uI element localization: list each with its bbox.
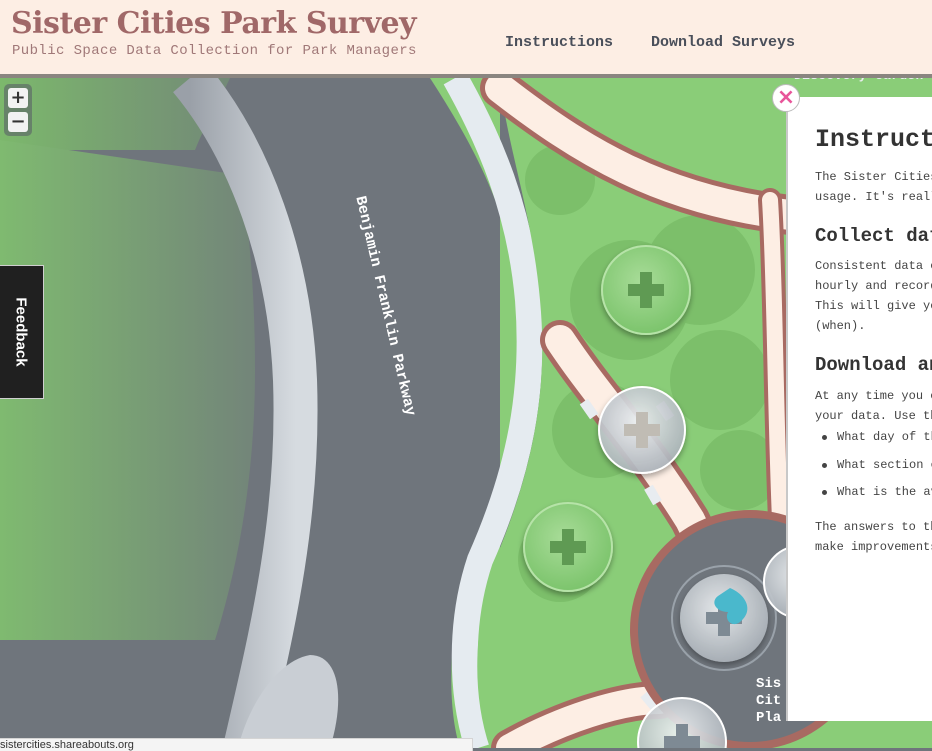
collect-text-line: hourly and record xyxy=(815,279,932,293)
outro-line: make improvements xyxy=(815,540,932,554)
download-heading: Download an xyxy=(815,354,932,376)
question-item: What day of th xyxy=(815,430,932,458)
panel-intro-line: usage. It's reall xyxy=(815,190,932,204)
panel-intro-line: The Sister Cities xyxy=(815,170,932,184)
survey-marker[interactable] xyxy=(523,502,613,592)
question-item: What section o xyxy=(815,458,932,486)
feedback-label: Feedback xyxy=(12,297,30,367)
survey-marker[interactable] xyxy=(598,386,686,474)
zoom-out-button[interactable]: − xyxy=(8,112,28,132)
plaza-label-line: Pla xyxy=(756,710,782,726)
feedback-tab[interactable]: Feedback xyxy=(0,265,44,399)
site-title[interactable]: Sister Cities Park Survey xyxy=(11,6,417,41)
download-text-line: At any time you c xyxy=(815,389,932,403)
plaza-label: Sis Cit Pla xyxy=(756,676,781,727)
collect-text-line: This will give yo xyxy=(815,299,932,313)
nav-instructions[interactable]: Instructions xyxy=(505,34,613,51)
zoom-in-button[interactable]: + xyxy=(8,88,28,108)
survey-marker[interactable] xyxy=(601,245,691,335)
download-text-line: your data. Use th xyxy=(815,409,932,423)
instructions-panel: Instructions The Sister Cities usage. It… xyxy=(786,97,932,721)
survey-marker[interactable] xyxy=(637,697,727,748)
site-header: Sister Cities Park Survey Public Space D… xyxy=(0,0,932,78)
panel-title: Instructions xyxy=(815,125,932,154)
question-item: What is the av xyxy=(815,485,932,513)
nav-download-surveys[interactable]: Download Surveys xyxy=(651,34,795,51)
plaza-label-line: Sis xyxy=(756,676,782,692)
close-panel-button[interactable]: × xyxy=(772,84,800,112)
status-bar-url: sistercities.shareabouts.org xyxy=(0,738,473,751)
outro-line: The answers to th xyxy=(815,520,932,534)
plaza-label-line: Cit xyxy=(756,693,782,709)
collect-heading: Collect dat xyxy=(815,225,932,247)
collect-text-line: (when). xyxy=(815,319,866,333)
site-subtitle: Public Space Data Collection for Park Ma… xyxy=(12,43,417,59)
zoom-control: + − xyxy=(4,84,32,136)
fountain-marker[interactable] xyxy=(671,565,777,671)
collect-text-line: Consistent data c xyxy=(815,259,932,273)
questions-list: What day of th What section o What is th… xyxy=(815,430,932,513)
